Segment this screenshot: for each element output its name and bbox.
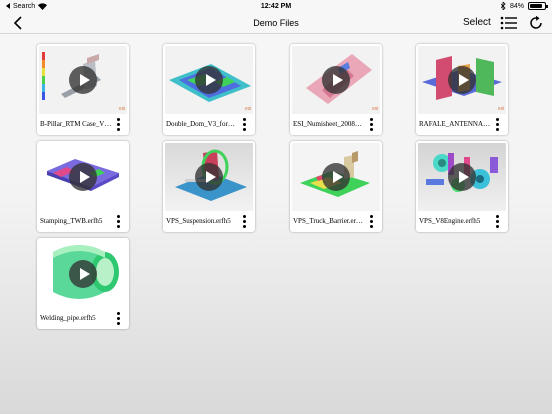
file-thumbnail: esi	[418, 46, 506, 114]
more-options-icon[interactable]	[240, 117, 248, 133]
svg-text:esi: esi	[498, 106, 504, 112]
play-icon[interactable]	[448, 163, 476, 191]
file-thumbnail	[39, 143, 127, 211]
more-options-icon[interactable]	[493, 117, 501, 133]
file-card[interactable]: esi ESI_Numisheet_2008…	[290, 44, 382, 135]
more-options-icon[interactable]	[114, 214, 122, 230]
svg-text:esi: esi	[245, 106, 251, 112]
svg-text:esi: esi	[372, 106, 378, 112]
play-icon[interactable]	[448, 66, 476, 94]
file-name: B-Pillar_RTM Case_V…	[40, 120, 112, 128]
file-name: VPS_V8Engine.erfh5	[419, 217, 481, 225]
file-name: Welding_pipe.erfh5	[40, 314, 96, 322]
file-thumbnail	[292, 143, 380, 211]
file-thumbnail	[39, 240, 127, 308]
file-name: VPS_Suspension.erfh5	[166, 217, 231, 225]
play-icon[interactable]	[322, 163, 350, 191]
play-icon[interactable]	[69, 163, 97, 191]
file-thumbnail	[418, 143, 506, 211]
more-options-icon[interactable]	[367, 214, 375, 230]
file-name: VPS_Truck_Barrier.er…	[293, 217, 363, 225]
more-options-icon[interactable]	[367, 117, 375, 133]
more-options-icon[interactable]	[240, 214, 248, 230]
file-thumbnail: esi	[39, 46, 127, 114]
more-options-icon[interactable]	[493, 214, 501, 230]
file-card[interactable]: esi B-Pillar_RTM Case_V…	[37, 44, 129, 135]
file-card[interactable]: Welding_pipe.erfh5	[37, 238, 129, 329]
more-options-icon[interactable]	[114, 311, 122, 327]
file-name: Stamping_TWB.erfh5	[40, 217, 103, 225]
svg-text:esi: esi	[119, 106, 125, 112]
file-card[interactable]: esi Double_Dom_V3_for…	[163, 44, 255, 135]
more-options-icon[interactable]	[114, 117, 122, 133]
play-icon[interactable]	[322, 66, 350, 94]
file-name: RAFALE_ANTENNA.…	[419, 120, 491, 128]
play-icon[interactable]	[195, 163, 223, 191]
file-name: ESI_Numisheet_2008…	[293, 120, 362, 128]
play-icon[interactable]	[69, 66, 97, 94]
file-thumbnail: esi	[165, 46, 253, 114]
file-thumbnail: esi	[292, 46, 380, 114]
play-icon[interactable]	[69, 260, 97, 288]
file-card[interactable]: esi RAFALE_ANTENNA.…	[416, 44, 508, 135]
file-name: Double_Dom_V3_for…	[166, 120, 235, 128]
file-thumbnail	[165, 143, 253, 211]
file-card[interactable]: VPS_Suspension.erfh5	[163, 141, 255, 232]
file-grid: esi B-Pillar_RTM Case_V… esi Double_Dom_…	[0, 0, 552, 414]
file-card[interactable]: Stamping_TWB.erfh5	[37, 141, 129, 232]
play-icon[interactable]	[195, 66, 223, 94]
file-card[interactable]: VPS_V8Engine.erfh5	[416, 141, 508, 232]
file-card[interactable]: VPS_Truck_Barrier.er…	[290, 141, 382, 232]
